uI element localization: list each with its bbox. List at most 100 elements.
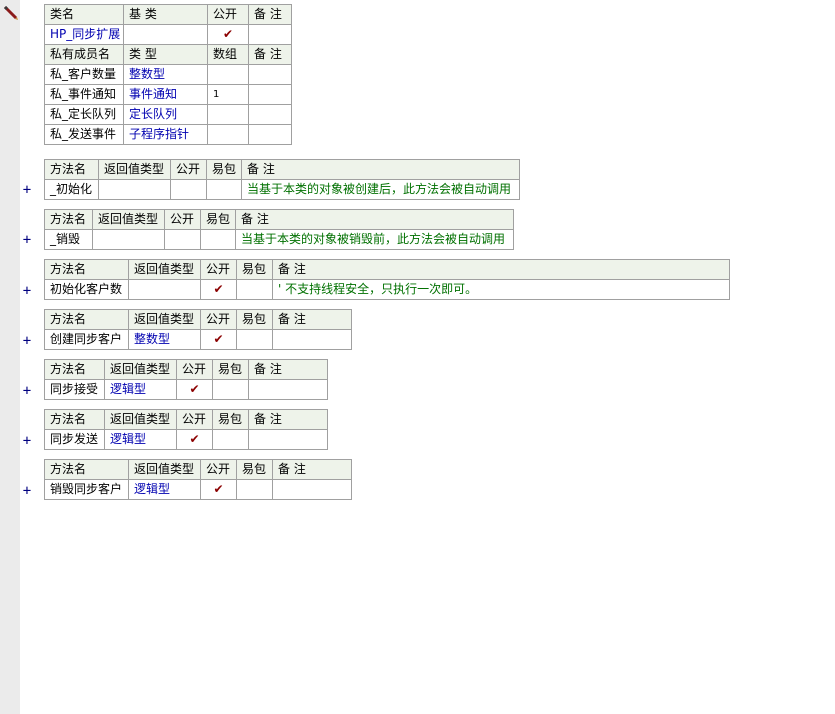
member-name[interactable]: 私_定长队列 [44, 104, 124, 125]
method-note[interactable] [272, 329, 352, 350]
method-public[interactable]: ✔ [200, 329, 237, 350]
member-row: 私_客户数量 整数型 [44, 64, 292, 85]
member-array[interactable] [207, 124, 249, 145]
header-cell: 公开 [207, 4, 249, 25]
plus-icon[interactable]: + [21, 484, 33, 498]
plus-icon[interactable]: + [21, 434, 33, 448]
method-easy[interactable] [212, 429, 249, 450]
method-easy[interactable] [236, 329, 273, 350]
header-cell: 方法名 [44, 409, 105, 430]
header-cell: 返回值类型 [104, 359, 177, 380]
member-name[interactable]: 私_事件通知 [44, 84, 124, 105]
header-cell: 易包 [212, 359, 249, 380]
method-name[interactable]: 同步发送 [44, 429, 105, 450]
method-easy[interactable] [236, 479, 273, 500]
method-return-type[interactable] [92, 229, 165, 250]
editor-gutter [0, 0, 20, 714]
plus-icon[interactable]: + [21, 284, 33, 298]
method-name[interactable]: 初始化客户数 [44, 279, 129, 300]
method-return-type[interactable]: 逻辑型 [128, 479, 201, 500]
method-note[interactable]: 当基于本类的对象被创建后，此方法会被自动调用 [241, 179, 520, 200]
member-row: 私_事件通知 事件通知 1 [44, 84, 292, 105]
plus-icon[interactable]: + [21, 334, 33, 348]
member-name[interactable]: 私_发送事件 [44, 124, 124, 145]
method-header-row: 方法名 返回值类型 公开 易包 备 注 [44, 459, 352, 480]
member-note[interactable] [248, 84, 292, 105]
member-row: 私_定长队列 定长队列 [44, 104, 292, 125]
header-cell: 返回值类型 [128, 309, 201, 330]
method-public[interactable]: ✔ [176, 429, 213, 450]
plus-icon[interactable]: + [21, 384, 33, 398]
method-header-row: 方法名 返回值类型 公开 易包 备 注 [44, 309, 352, 330]
method-easy[interactable] [200, 229, 236, 250]
method-note[interactable] [248, 379, 328, 400]
header-cell: 易包 [200, 209, 236, 230]
header-cell: 公开 [164, 209, 201, 230]
method-row: 同步接受 逻辑型 ✔ [44, 379, 328, 400]
header-cell: 公开 [170, 159, 207, 180]
class-public[interactable]: ✔ [207, 24, 249, 45]
method-name[interactable]: 销毁同步客户 [44, 479, 129, 500]
method-table: 方法名 返回值类型 公开 易包 备 注 _销毁 当基于本类的对象被销毁前，此方法… [44, 209, 514, 250]
plus-icon[interactable]: + [21, 183, 33, 197]
class-header-row: 类名 基 类 公开 备 注 [44, 4, 292, 25]
method-public[interactable]: ✔ [200, 479, 237, 500]
method-table: 方法名 返回值类型 公开 易包 备 注 创建同步客户 整数型 ✔ [44, 309, 352, 350]
member-type[interactable]: 子程序指针 [123, 124, 208, 145]
header-cell: 备 注 [241, 159, 520, 180]
header-cell: 备 注 [272, 459, 352, 480]
member-type[interactable]: 整数型 [123, 64, 208, 85]
method-note[interactable] [248, 429, 328, 450]
method-public[interactable] [164, 229, 201, 250]
header-cell: 方法名 [44, 259, 129, 280]
class-note[interactable] [248, 24, 292, 45]
method-note[interactable]: ' 不支持线程安全，只执行一次即可。 [272, 279, 730, 300]
method-name[interactable]: _销毁 [44, 229, 93, 250]
method-row: 销毁同步客户 逻辑型 ✔ [44, 479, 352, 500]
check-icon: ✔ [222, 27, 234, 41]
method-name[interactable]: 同步接受 [44, 379, 105, 400]
member-note[interactable] [248, 104, 292, 125]
method-table: 方法名 返回值类型 公开 易包 备 注 _初始化 当基于本类的对象被创建后，此方… [44, 159, 520, 200]
header-cell: 方法名 [44, 459, 129, 480]
member-array[interactable]: 1 [207, 84, 249, 105]
method-return-type[interactable] [98, 179, 171, 200]
header-cell: 公开 [176, 359, 213, 380]
member-type[interactable]: 定长队列 [123, 104, 208, 125]
method-easy[interactable] [236, 279, 273, 300]
plus-icon[interactable]: + [21, 233, 33, 247]
method-name[interactable]: 创建同步客户 [44, 329, 129, 350]
method-return-type[interactable] [128, 279, 201, 300]
member-name[interactable]: 私_客户数量 [44, 64, 124, 85]
check-icon: ✔ [189, 382, 200, 396]
method-header-row: 方法名 返回值类型 公开 易包 备 注 [44, 259, 730, 280]
header-cell: 方法名 [44, 309, 129, 330]
method-public[interactable]: ✔ [176, 379, 213, 400]
member-note[interactable] [248, 64, 292, 85]
method-note[interactable] [272, 479, 352, 500]
method-return-type[interactable]: 整数型 [128, 329, 201, 350]
header-cell: 方法名 [44, 359, 105, 380]
check-icon: ✔ [213, 332, 224, 346]
method-return-type[interactable]: 逻辑型 [104, 379, 177, 400]
member-note[interactable] [248, 124, 292, 145]
member-array[interactable] [207, 64, 249, 85]
method-public[interactable] [170, 179, 207, 200]
method-public[interactable]: ✔ [200, 279, 237, 300]
header-cell: 备 注 [248, 359, 328, 380]
member-array[interactable] [207, 104, 249, 125]
header-cell: 私有成员名 [44, 44, 124, 65]
method-easy[interactable] [206, 179, 242, 200]
member-type[interactable]: 事件通知 [123, 84, 208, 105]
class-base[interactable] [123, 24, 208, 45]
method-table: 方法名 返回值类型 公开 易包 备 注 同步发送 逻辑型 ✔ [44, 409, 328, 450]
method-easy[interactable] [212, 379, 249, 400]
header-cell: 返回值类型 [98, 159, 171, 180]
method-name[interactable]: _初始化 [44, 179, 99, 200]
header-cell: 备 注 [248, 409, 328, 430]
method-note[interactable]: 当基于本类的对象被销毁前，此方法会被自动调用 [235, 229, 514, 250]
header-cell: 备 注 [235, 209, 514, 230]
class-name[interactable]: HP_同步扩展 [44, 24, 124, 45]
header-cell: 公开 [200, 259, 237, 280]
method-return-type[interactable]: 逻辑型 [104, 429, 177, 450]
